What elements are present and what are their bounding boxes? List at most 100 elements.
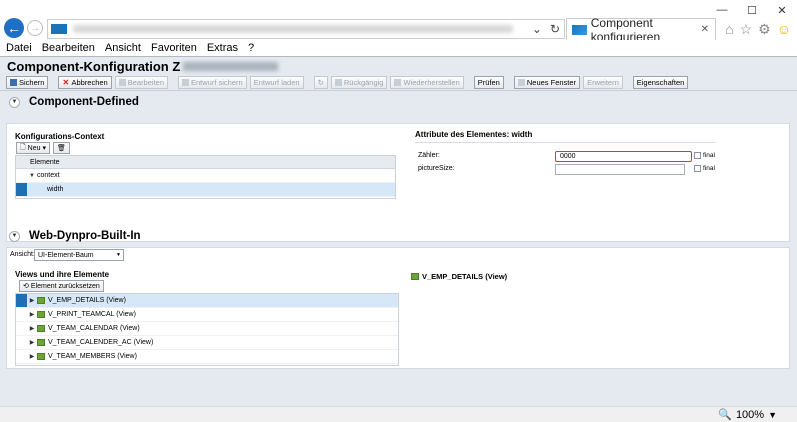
tree-row-context[interactable]: ▼ context <box>16 169 395 183</box>
app-toolbar: Sichern ✕ Abbrechen Bearbeiten Entwurf si… <box>0 75 797 91</box>
counter-final-checkbox[interactable] <box>694 152 701 159</box>
view-select-value: UI-Element-Baum <box>38 251 94 259</box>
collapse-icon[interactable]: ▼ <box>9 96 20 108</box>
reset-icon: ⟲ <box>23 283 29 290</box>
view-row[interactable]: ▶ V_TEAM_CALENDER_AC (View) <box>16 336 398 350</box>
new-window-label: Neues Fenster <box>526 78 577 87</box>
save-draft-icon <box>182 79 189 86</box>
browser-menubar: Datei Bearbeiten Ansicht Favoriten Extra… <box>0 40 797 56</box>
view-label-text: V_EMP_DETAILS (View) <box>48 297 126 304</box>
view-row[interactable]: ▶ V_PRINT_TEAMCAL (View) <box>16 308 398 322</box>
zoom-level[interactable]: 100% <box>736 409 764 421</box>
favorites-star-icon[interactable]: ☆ <box>740 21 753 38</box>
view-row[interactable]: ▶ V_TEAM_MEMBERS (View) <box>16 350 398 364</box>
view-label-text: V_TEAM_CALENDER_AC (View) <box>48 339 154 346</box>
zoom-dropdown-icon[interactable]: ▼ <box>768 410 777 420</box>
view-icon <box>37 297 45 304</box>
home-icon[interactable]: ⌂ <box>725 21 733 38</box>
reset-element-button[interactable]: ⟲ Element zurücksetzen <box>19 280 104 292</box>
collapse-icon[interactable]: ▼ <box>9 230 20 242</box>
tab-close-icon[interactable]: ✕ <box>701 24 709 35</box>
expand-arrow-icon[interactable]: ▼ <box>27 173 37 179</box>
builtin-header[interactable]: ▼ Web-Dynpro-Built-In <box>0 225 797 247</box>
selected-view-heading: V_EMP_DETAILS (View) <box>411 272 507 281</box>
picture-size-input[interactable] <box>555 164 685 175</box>
trash-icon: 🗑 <box>57 145 66 152</box>
undo-button[interactable]: Rückgängig <box>330 76 388 89</box>
view-row[interactable]: ▶ V_TEAM_CALENDAR (View) <box>16 322 398 336</box>
context-title: Konfigurations-Context <box>15 132 105 141</box>
settings-gear-icon[interactable]: ⚙ <box>758 21 771 38</box>
new-window-button[interactable]: Neues Fenster <box>513 76 581 89</box>
check-button[interactable]: Prüfen <box>473 76 504 89</box>
picture-size-label: pictureSize: <box>418 165 455 172</box>
context-toolbar: 🗋 Neu ▾ 🗑 <box>16 142 70 154</box>
counter-value: 0000 <box>560 153 576 160</box>
save-button[interactable]: Sichern <box>6 76 49 89</box>
menu-extras[interactable]: Extras <box>207 42 238 54</box>
refresh-icon[interactable]: ↻ <box>550 22 560 36</box>
delete-button[interactable]: 🗑 <box>53 142 70 154</box>
save-draft-button[interactable]: Entwurf sichern <box>178 76 247 89</box>
browser-tab[interactable]: Component konfigurieren ✕ <box>566 16 716 44</box>
component-defined-header[interactable]: ▼ Component-Defined <box>0 91 797 113</box>
maximize-icon[interactable]: ☐ <box>737 0 767 20</box>
chevron-down-icon: ▼ <box>116 252 121 258</box>
attributes-title: Attribute des Elementes: width <box>415 130 533 139</box>
menu-favoriten[interactable]: Favoriten <box>151 42 197 54</box>
view-row[interactable]: ▶ V_EMP_DETAILS (View) <box>16 294 398 308</box>
menu-ansicht[interactable]: Ansicht <box>105 42 141 54</box>
browser-icons: ⌂ ☆ ⚙ ☺ <box>725 21 791 38</box>
undo-icon <box>334 79 342 86</box>
edit-button[interactable]: Bearbeiten <box>114 76 168 89</box>
view-icon <box>37 311 45 318</box>
expand-arrow-icon[interactable]: ▶ <box>27 339 37 346</box>
view-label-text: V_TEAM_CALENDAR (View) <box>48 325 140 332</box>
undo-label: Rückgängig <box>343 78 384 87</box>
page-title: Component-Konfiguration Z <box>0 57 797 75</box>
builtin-title: Web-Dynpro-Built-In <box>29 230 141 242</box>
search-dropdown-icon[interactable]: ⌄ <box>532 22 542 36</box>
extend-button[interactable]: Erweitern <box>583 76 623 89</box>
save-draft-label: Entwurf sichern <box>191 78 243 87</box>
address-bar[interactable]: ⌄ ↻ <box>47 19 565 39</box>
counter-final-label: final <box>703 152 715 159</box>
menu-bearbeiten[interactable]: Bearbeiten <box>42 42 95 54</box>
cancel-button[interactable]: ✕ Abbrechen <box>58 76 112 89</box>
load-draft-button[interactable]: Entwurf laden <box>249 76 304 89</box>
redo-icon <box>394 79 402 86</box>
window-controls: — ☐ ✕ <box>707 0 797 20</box>
close-window-icon[interactable]: ✕ <box>767 0 797 20</box>
view-label: Ansicht: <box>10 251 35 258</box>
new-button[interactable]: 🗋 Neu ▾ <box>16 142 50 154</box>
expand-arrow-icon[interactable]: ▶ <box>27 325 37 332</box>
picture-size-final-checkbox[interactable] <box>694 165 701 172</box>
expand-arrow-icon[interactable]: ▶ <box>27 297 37 304</box>
site-icon <box>51 24 67 34</box>
expand-arrow-icon[interactable]: ▶ <box>27 353 37 360</box>
view-icon <box>37 353 45 360</box>
redo-button[interactable]: Wiederherstellen <box>390 76 464 89</box>
refresh-button[interactable]: ↻ <box>313 76 328 89</box>
extend-label: Erweitern <box>587 78 619 87</box>
properties-button[interactable]: Eigenschaften <box>632 76 689 89</box>
views-tree: ▶ V_EMP_DETAILS (View) ▶ V_PRINT_TEAMCAL… <box>15 293 399 366</box>
counter-label: Zähler: <box>418 152 440 159</box>
properties-label: Eigenschaften <box>636 78 685 87</box>
save-icon <box>10 79 17 86</box>
menu-help[interactable]: ? <box>248 42 254 54</box>
view-icon <box>37 339 45 346</box>
component-defined-title: Component-Defined <box>29 96 139 108</box>
check-label: Prüfen <box>477 78 500 87</box>
counter-input[interactable]: 0000 <box>555 151 692 162</box>
forward-button[interactable]: → <box>27 20 43 36</box>
view-label-text: V_PRINT_TEAMCAL (View) <box>48 311 136 318</box>
feedback-smiley-icon[interactable]: ☺ <box>777 21 791 38</box>
builtin-panel: Ansicht: UI-Element-Baum ▼ Views und ihr… <box>6 247 790 369</box>
tree-row-width[interactable]: width <box>16 183 395 197</box>
menu-datei[interactable]: Datei <box>6 42 32 54</box>
page-title-text: Component-Konfiguration Z <box>7 58 181 74</box>
view-select[interactable]: UI-Element-Baum ▼ <box>34 249 124 261</box>
expand-arrow-icon[interactable]: ▶ <box>27 311 37 318</box>
back-button[interactable]: ← <box>4 18 24 38</box>
